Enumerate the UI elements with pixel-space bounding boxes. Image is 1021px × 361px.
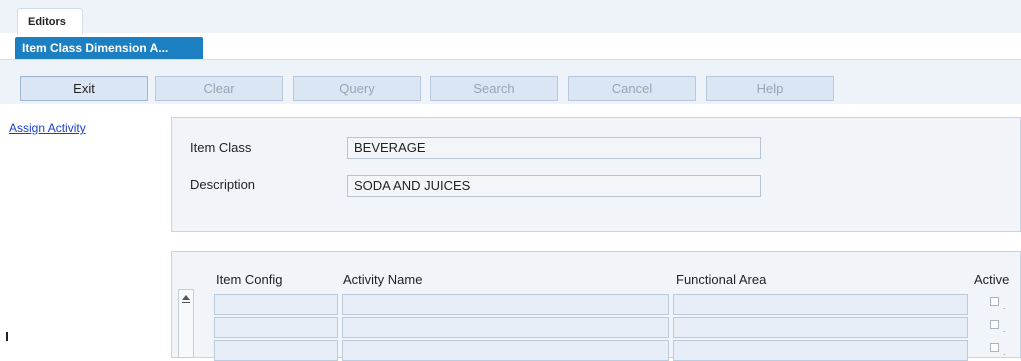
- table-row-functional-area[interactable]: [673, 294, 968, 315]
- active-checkbox[interactable]: [990, 343, 999, 352]
- screen-tab-row: Item Class Dimension A...: [0, 33, 1021, 60]
- checkbox-marker: .: [1003, 347, 1006, 357]
- column-header-item-config: Item Config: [216, 272, 283, 287]
- search-button[interactable]: Search: [430, 76, 558, 101]
- description-field[interactable]: SODA AND JUICES: [347, 175, 761, 197]
- tab-item-class-dimension[interactable]: Item Class Dimension A...: [15, 37, 203, 59]
- exit-button[interactable]: Exit: [20, 76, 148, 101]
- tab-editors-label: Editors: [28, 16, 66, 28]
- window-edge-marker: [6, 332, 8, 341]
- column-header-activity-name: Activity Name: [343, 272, 423, 287]
- cancel-button[interactable]: Cancel: [568, 76, 696, 101]
- scroll-thumb-line: [182, 302, 190, 303]
- assign-activity-link[interactable]: Assign Activity: [9, 121, 86, 135]
- table-row-functional-area[interactable]: [673, 317, 968, 338]
- scroll-up-arrow-icon[interactable]: [182, 295, 190, 300]
- column-header-active: Active: [974, 272, 1010, 287]
- table-row-activity-name[interactable]: [342, 317, 669, 338]
- checkbox-marker: .: [1003, 324, 1006, 334]
- table-row-activity-name[interactable]: [342, 294, 669, 315]
- tab-bar: Editors: [0, 0, 1021, 34]
- active-checkbox[interactable]: [990, 297, 999, 306]
- column-header-functional-area: Functional Area: [676, 272, 767, 287]
- table-row-item-config[interactable]: [214, 294, 338, 315]
- query-button[interactable]: Query: [293, 76, 421, 101]
- active-checkbox[interactable]: [990, 320, 999, 329]
- tab-editors[interactable]: Editors: [17, 8, 83, 34]
- description-label: Description: [190, 177, 256, 192]
- clear-button[interactable]: Clear: [155, 76, 283, 101]
- help-button[interactable]: Help: [706, 76, 834, 101]
- item-class-field[interactable]: BEVERAGE: [347, 137, 761, 159]
- checkbox-marker: .: [1003, 301, 1006, 311]
- tab-item-class-dimension-label: Item Class Dimension A...: [22, 41, 169, 55]
- table-row-item-config[interactable]: [214, 317, 338, 338]
- item-class-label: Item Class: [190, 140, 252, 155]
- grid-scrollbar[interactable]: [178, 289, 194, 358]
